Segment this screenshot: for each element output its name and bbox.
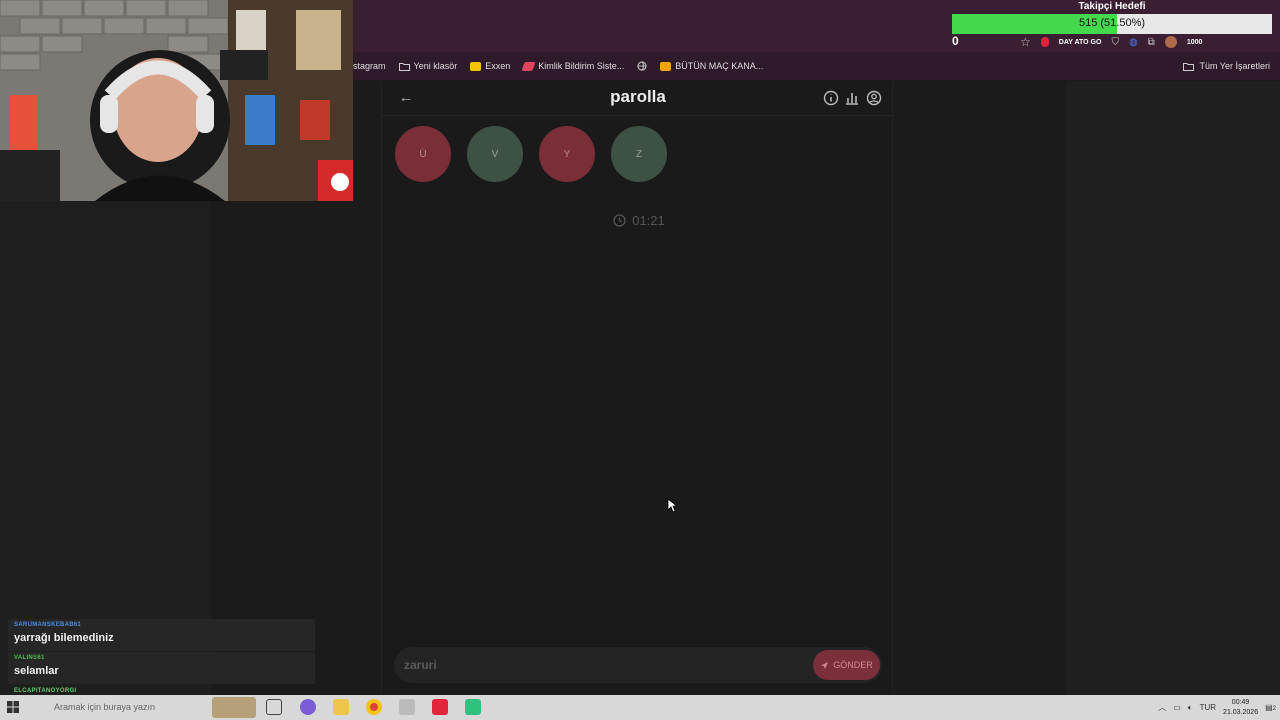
- globe-icon: [637, 61, 647, 71]
- timer: 01:21: [382, 213, 896, 228]
- jp-icon: [660, 61, 672, 71]
- volume-icon[interactable]: 🔈︎: [1188, 703, 1193, 713]
- copilot-icon[interactable]: [300, 699, 316, 715]
- clock-date: 21.03.2026: [1223, 708, 1259, 716]
- star-icon[interactable]: ☆: [1020, 35, 1031, 49]
- stats-icon[interactable]: [844, 90, 860, 106]
- language-indicator[interactable]: TUR: [1200, 703, 1216, 712]
- right-panel: [1066, 81, 1280, 695]
- chat-text: yarrağı bilemediniz: [14, 632, 114, 644]
- webcam-overlay: [0, 0, 353, 201]
- chat-message: SARUMANSKEBAB61 yarrağı bilemediniz: [8, 619, 315, 651]
- folder-icon: [398, 62, 410, 71]
- weather-widget-icon[interactable]: [212, 697, 256, 718]
- follower-goal-bar: 515 (51.50%): [952, 14, 1272, 34]
- windows-start-icon[interactable]: [7, 701, 19, 713]
- letter-label: Z: [635, 148, 643, 160]
- game-header: ← parolla: [382, 81, 894, 116]
- webcam-image: [0, 0, 353, 201]
- letter-circle: Y: [539, 126, 595, 182]
- app-red-icon[interactable]: [432, 699, 448, 715]
- notification-icon[interactable]: ▤2: [1265, 703, 1276, 712]
- bookmark-instagram[interactable]: stagram: [353, 61, 386, 71]
- notification-count: 2: [1272, 706, 1276, 712]
- bookmark-yeni-klasor[interactable]: Yeni klasör: [398, 61, 458, 71]
- browser-toolbar-icons: ☆ DAY ATO GO ⛉ ◍ ⧉ 1000: [1020, 34, 1202, 50]
- send-icon: [821, 661, 829, 669]
- bookmark-exxen[interactable]: Exxen: [470, 61, 510, 71]
- page-title: parolla: [610, 87, 666, 106]
- bookmark-label: BÜTÜN MAÇ KANA...: [675, 61, 764, 71]
- system-tray: ︿ ▭ 🔈︎ TUR 00:49 21.03.2026 ▤2: [1158, 695, 1276, 720]
- info-icon[interactable]: [823, 90, 839, 106]
- exxen-icon: [470, 61, 482, 71]
- send-button[interactable]: GÖNDER: [813, 650, 880, 680]
- app-icon[interactable]: [399, 699, 415, 715]
- chevron-up-icon[interactable]: ︿: [1158, 702, 1166, 713]
- all-bookmarks-button[interactable]: Tüm Yer İşaretleri: [1183, 52, 1270, 80]
- letter-circle: Z: [611, 126, 667, 182]
- bookmark-globe[interactable]: [637, 61, 647, 71]
- file-explorer-icon[interactable]: [333, 699, 349, 715]
- chat-message: VALINS61 selamlar: [8, 652, 315, 684]
- letter-label: V: [491, 148, 499, 160]
- task-view-icon[interactable]: [266, 699, 282, 715]
- chat-username: SARUMANSKEBAB61: [14, 622, 82, 628]
- follower-goal-start: 0: [952, 34, 959, 48]
- timer-value: 01:21: [632, 213, 665, 228]
- folder-icon: [1183, 62, 1195, 71]
- taskbar: Aramak için buraya yazın ︿ ▭ 🔈︎ TUR 00:4…: [0, 695, 1280, 720]
- user-icon[interactable]: [866, 90, 882, 106]
- chat-username: VALINS61: [14, 655, 45, 661]
- follower-goal-title: Takipçi Hedefi: [1078, 1, 1146, 12]
- bookmark-kimlik-bildirim[interactable]: Kimlik Bildirim Siste...: [521, 61, 625, 71]
- search-placeholder: Aramak için buraya yazın: [54, 702, 156, 712]
- letter-circle: Ü: [395, 126, 451, 182]
- sync-icon[interactable]: ◍: [1129, 37, 1138, 48]
- chat-username: ELCAPITANOYORGI: [14, 688, 77, 694]
- extension-red-icon[interactable]: [1040, 37, 1049, 47]
- send-label: GÖNDER: [833, 660, 873, 670]
- puzzle-icon[interactable]: ⧉: [1148, 37, 1155, 48]
- taskbar-search[interactable]: Aramak için buraya yazın: [28, 698, 208, 717]
- app-green-icon[interactable]: [465, 699, 481, 715]
- all-bookmarks-label: Tüm Yer İşaretleri: [1199, 61, 1270, 71]
- extension-badge[interactable]: 1000: [1187, 39, 1203, 46]
- parolla-game: ← parolla Ü V Y Z 01:21 GÖNDER: [381, 81, 896, 693]
- answer-input[interactable]: [404, 655, 784, 675]
- chrome-icon[interactable]: [366, 699, 382, 715]
- chat-text: selamlar: [14, 665, 59, 677]
- bookmark-butun-mac-kanal[interactable]: BÜTÜN MAÇ KANA...: [660, 61, 763, 71]
- avatar[interactable]: [1164, 36, 1177, 48]
- id-icon: [521, 61, 536, 71]
- extension-text[interactable]: DAY ATO GO: [1059, 39, 1102, 46]
- shield-icon[interactable]: ⛉: [1111, 37, 1119, 48]
- network-icon[interactable]: ▭: [1173, 703, 1181, 712]
- bookmark-label: Yeni klasör: [413, 61, 458, 71]
- bookmark-label: Kimlik Bildirim Siste...: [538, 61, 625, 71]
- clock-icon: [613, 214, 626, 227]
- mouse-cursor-icon: [667, 498, 677, 513]
- letter-label: Ü: [419, 148, 427, 160]
- clock[interactable]: 00:49 21.03.2026: [1223, 698, 1258, 718]
- bookmark-label: stagram: [353, 61, 386, 71]
- letter-circle: V: [467, 126, 523, 182]
- clock-time: 00:49: [1231, 698, 1250, 706]
- follower-goal-text: 515 (51.50%): [1078, 17, 1146, 29]
- bookmarks-bar: stagram Yeni klasör Exxen Kimlik Bildiri…: [353, 52, 1280, 80]
- bookmark-label: Exxen: [485, 61, 511, 71]
- letter-label: Y: [563, 148, 571, 160]
- answer-bar: GÖNDER: [394, 647, 882, 683]
